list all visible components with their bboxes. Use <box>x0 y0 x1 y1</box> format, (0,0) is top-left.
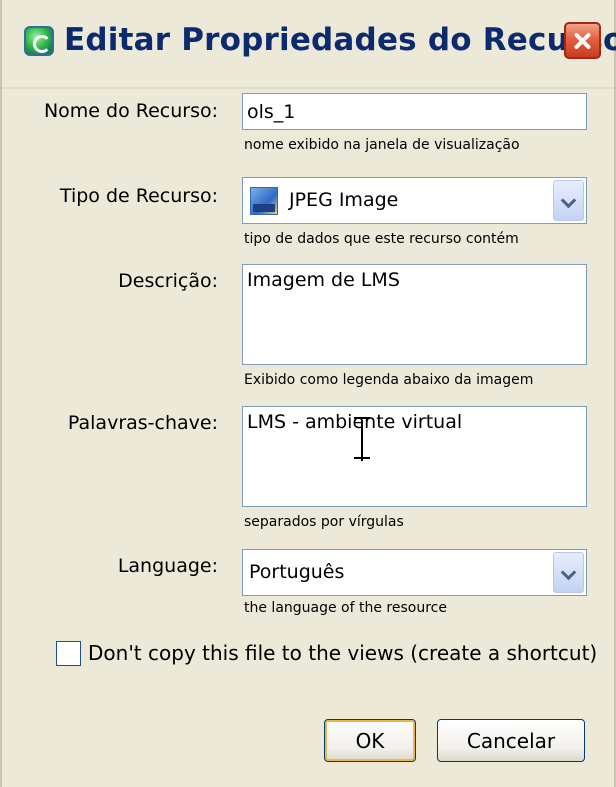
description-label: Descrição: <box>118 270 218 292</box>
type-select-value: JPEG Image <box>289 189 399 211</box>
ok-button[interactable]: OK <box>324 719 416 762</box>
shortcut-checkbox[interactable] <box>56 641 81 666</box>
type-select[interactable]: JPEG Image <box>242 177 587 224</box>
app-icon <box>24 26 54 56</box>
keywords-textarea[interactable]: LMS - ambiente virtual <box>242 406 587 507</box>
language-hint: the language of the resource <box>244 600 447 616</box>
chevron-down-icon[interactable] <box>553 552 584 593</box>
keywords-label: Palavras-chave: <box>67 412 218 434</box>
shortcut-checkbox-label[interactable]: Don't copy this file to the views (creat… <box>88 641 597 665</box>
name-hint: nome exibido na janela de visualização <box>244 137 520 153</box>
chevron-down-icon[interactable] <box>553 180 584 221</box>
name-label: Nome do Recurso: <box>43 100 218 122</box>
close-button[interactable] <box>564 22 601 59</box>
language-label: Language: <box>117 555 218 577</box>
language-select[interactable]: Português <box>242 549 587 596</box>
name-input[interactable] <box>242 93 587 130</box>
window-title: Editar Propriedades do Recurso <box>64 22 616 58</box>
type-label: Tipo de Recurso: <box>59 185 218 207</box>
description-textarea[interactable]: Imagem de LMS <box>242 264 587 365</box>
language-select-value: Português <box>249 561 345 583</box>
title-bar[interactable]: Editar Propriedades do Recurso <box>2 0 616 89</box>
edit-resource-dialog: Editar Propriedades do Recurso Nome do R… <box>0 0 616 787</box>
keywords-hint: separados por vírgulas <box>244 514 404 530</box>
description-hint: Exibido como legenda abaixo da imagem <box>244 372 534 388</box>
text-cursor-icon <box>352 417 372 465</box>
jpeg-file-icon <box>250 187 278 215</box>
type-hint: tipo de dados que este recurso contém <box>244 231 519 247</box>
cancel-button[interactable]: Cancelar <box>437 719 585 762</box>
